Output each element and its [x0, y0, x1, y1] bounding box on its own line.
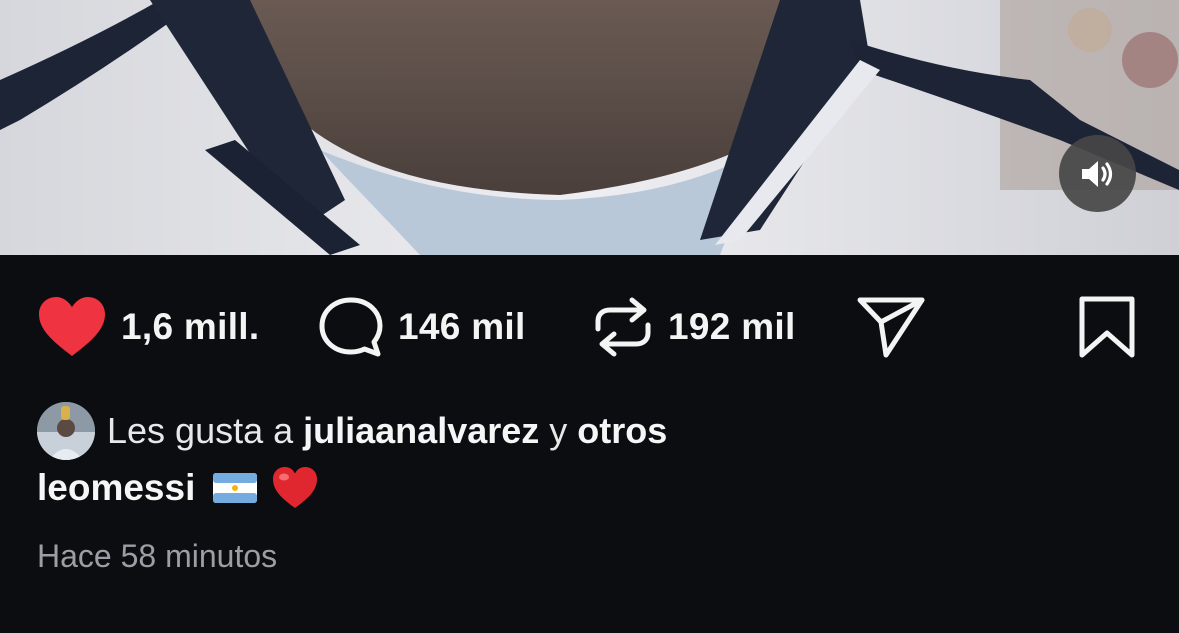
liked-by-username[interactable]: juliaanalvarez: [303, 410, 539, 451]
save-button[interactable]: [1078, 295, 1136, 359]
audio-toggle-button[interactable]: [1059, 135, 1136, 212]
liked-by-others[interactable]: otros: [577, 410, 667, 451]
like-count: 1,6 mill.: [121, 306, 260, 347]
repost-count: 192 mil: [668, 306, 796, 347]
repost-button[interactable]: 192 mil: [592, 295, 796, 359]
share-button[interactable]: [856, 295, 926, 359]
comment-button[interactable]: 146 mil: [318, 295, 526, 359]
liked-by-connector: y: [539, 410, 578, 451]
action-bar: 1,6 mill. 146 mil 192 mil: [0, 255, 1179, 395]
argentina-flag-emoji: [213, 473, 258, 503]
video-frame-image: [0, 0, 1179, 255]
liked-by-row[interactable]: Les gusta a juliaanalvarez y otros: [37, 402, 667, 460]
paper-plane-icon: [857, 297, 925, 358]
post-timestamp: Hace 58 minutos: [37, 538, 278, 574]
liked-by-prefix: Les gusta a: [107, 410, 304, 451]
avatar-image: [37, 402, 95, 460]
comment-bubble-icon: [319, 297, 383, 357]
liked-by-text: Les gusta a juliaanalvarez y otros: [107, 410, 667, 452]
red-heart-emoji: [273, 467, 318, 508]
repost-icon: [595, 297, 651, 357]
post-view: 1,6 mill. 146 mil 192 mil Les gusta a ju…: [0, 0, 1179, 633]
comment-count: 146 mil: [398, 306, 526, 347]
bookmark-icon: [1079, 296, 1135, 358]
post-video[interactable]: [0, 0, 1179, 255]
speaker-icon: [1081, 160, 1112, 187]
caption: leomessi: [37, 466, 319, 510]
like-button[interactable]: 1,6 mill.: [37, 295, 259, 359]
avatar[interactable]: [37, 402, 95, 460]
caption-username[interactable]: leomessi: [37, 467, 195, 509]
heart-icon: [39, 297, 105, 356]
